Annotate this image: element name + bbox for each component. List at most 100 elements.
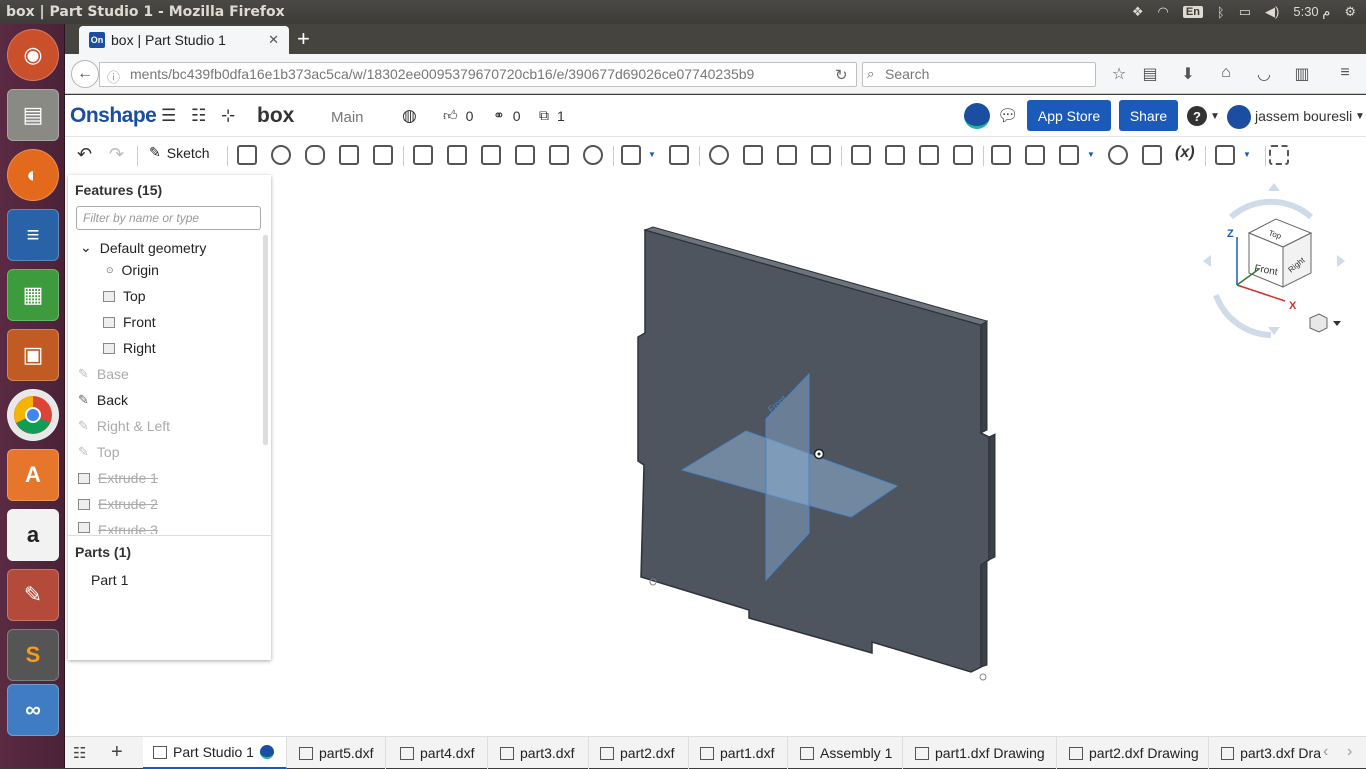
close-tab-icon[interactable]: ✕	[268, 32, 279, 48]
dropbox-icon[interactable]: ❖	[1132, 4, 1144, 20]
feature-plane-top[interactable]: Top	[103, 288, 146, 304]
sweep-icon[interactable]	[305, 145, 325, 165]
variable-icon[interactable]: (x)	[1175, 144, 1195, 162]
feature-extrude-3[interactable]: Extrude 3	[78, 522, 158, 534]
shell-icon[interactable]	[549, 145, 569, 165]
tab-part4-dxf[interactable]: part4.dxf	[390, 737, 488, 769]
likes-counter[interactable]: 👍︎ 0	[443, 107, 473, 124]
battery-icon[interactable]: ▭	[1239, 4, 1251, 20]
custom-features-icon[interactable]	[1215, 145, 1235, 165]
impress-app-icon[interactable]: ▣	[7, 329, 59, 381]
tab-assembly-1[interactable]: Assembly 1	[790, 737, 903, 769]
rib-icon[interactable]	[515, 145, 535, 165]
import-icon[interactable]	[1142, 145, 1162, 165]
onshape-logo[interactable]: Onshape	[70, 104, 157, 128]
app-store-button[interactable]: App Store	[1027, 100, 1111, 131]
add-feature-icon[interactable]: ⊹	[221, 106, 235, 126]
copies-counter[interactable]: ⧉ 1	[539, 107, 565, 124]
hole-icon[interactable]	[583, 145, 603, 165]
search-bar[interactable]: Search	[862, 62, 1096, 87]
hamburger-menu-icon[interactable]: ☰	[161, 106, 176, 126]
part-render[interactable]: Front Top Front Right Z X	[271, 175, 1366, 730]
redo-icon[interactable]: ↷	[109, 144, 124, 165]
downloads-icon[interactable]: ⬇	[1177, 64, 1199, 84]
share-button[interactable]: Share	[1119, 100, 1178, 131]
arduino-app-icon[interactable]: ∞	[7, 684, 59, 736]
new-tab-button[interactable]: +	[297, 26, 310, 52]
revolve-icon[interactable]	[271, 145, 291, 165]
comments-icon[interactable]: 💬︎	[997, 106, 1019, 126]
tab-part1-dxf[interactable]: part1.dxf	[690, 737, 788, 769]
delete-face-icon[interactable]	[885, 145, 905, 165]
draft-icon[interactable]	[481, 145, 501, 165]
mate-connector-icon[interactable]	[991, 145, 1011, 165]
links-counter[interactable]: ⚭ 0	[493, 107, 521, 124]
mirror-icon[interactable]	[669, 145, 689, 165]
view-cube-orbit-ring[interactable]	[1213, 293, 1272, 338]
feature-sketch-right-left[interactable]: ✎ Right & Left	[78, 418, 170, 434]
sublime-text-icon[interactable]: S	[7, 629, 59, 681]
system-settings-icon[interactable]: ✎	[7, 569, 59, 621]
calc-app-icon[interactable]: ▦	[7, 269, 59, 321]
user-chevron-down-icon[interactable]: ▼	[1355, 111, 1365, 122]
tab-part3-dxf-drawing[interactable]: part3.dxf Dra	[1211, 737, 1321, 769]
volume-icon[interactable]: ◀)	[1265, 4, 1279, 20]
sketch-button[interactable]: ✎ Sketch	[149, 144, 210, 161]
view-cube-arrow-right-icon[interactable]	[1337, 255, 1345, 267]
tab-part5-dxf[interactable]: part5.dxf	[289, 737, 386, 769]
feature-sketch-back[interactable]: ✎ Back	[78, 392, 128, 408]
view-mode-chevron-down-icon[interactable]	[1333, 321, 1341, 326]
software-center-icon[interactable]: A	[7, 449, 59, 501]
user-menu[interactable]: jassem bouresli	[1255, 108, 1352, 124]
tab-part1-dxf-drawing[interactable]: part1.dxf Drawing	[905, 737, 1057, 769]
pocket-icon[interactable]: ◡	[1253, 64, 1275, 84]
tabs-scroll-left-icon[interactable]: ‹	[1323, 743, 1328, 761]
custom-chevron-down-icon[interactable]: ▼	[1243, 150, 1251, 159]
part-item[interactable]: Part 1	[91, 572, 128, 588]
user-avatar[interactable]	[1227, 105, 1251, 129]
collaborator-avatar[interactable]	[964, 103, 990, 129]
helix-icon[interactable]	[1059, 145, 1079, 165]
extrude-icon[interactable]	[237, 145, 257, 165]
curve-chevron-down-icon[interactable]: ▼	[1087, 150, 1095, 159]
boolean-icon[interactable]	[709, 145, 729, 165]
feature-sketch-top[interactable]: ✎ Top	[78, 444, 119, 460]
delete-part-icon[interactable]	[811, 145, 831, 165]
clock[interactable]: 5:30 م	[1293, 4, 1330, 20]
tab-part2-dxf-drawing[interactable]: part2.dxf Drawing	[1059, 737, 1209, 769]
chamfer-icon[interactable]	[447, 145, 467, 165]
thicken-icon[interactable]	[373, 145, 393, 165]
url-bar[interactable]: ments/bc439fb0dfa16e1b373ac5ca/w/18302ee…	[99, 62, 857, 87]
measure-icon[interactable]	[1108, 145, 1128, 165]
keyboard-layout-indicator[interactable]: En	[1182, 6, 1203, 18]
feature-origin[interactable]: ⊙ Origin	[106, 262, 159, 278]
feature-plane-right[interactable]: Right	[103, 340, 156, 356]
tab-filter-icon[interactable]: ☷	[73, 744, 86, 762]
bluetooth-icon[interactable]: ᛒ	[1217, 5, 1225, 20]
loft-icon[interactable]	[339, 145, 359, 165]
ubuntu-dash-icon[interactable]: ◉	[7, 29, 59, 81]
move-face-icon[interactable]	[919, 145, 939, 165]
tab-part3-dxf[interactable]: part3.dxf	[490, 737, 589, 769]
firefox-app-icon[interactable]: ◐	[7, 149, 59, 201]
feature-list-scrollbar[interactable]	[263, 235, 268, 445]
split-icon[interactable]	[743, 145, 763, 165]
add-tab-icon[interactable]: +	[111, 741, 123, 764]
undo-icon[interactable]: ↶	[77, 144, 92, 165]
home-icon[interactable]: ⌂	[1215, 64, 1237, 82]
view-cube-orbit-ring[interactable]	[1229, 198, 1313, 220]
view-cube-arrow-up-icon[interactable]	[1268, 183, 1280, 191]
plane-icon[interactable]	[1025, 145, 1045, 165]
add-custom-feature-icon[interactable]	[1269, 145, 1289, 165]
feature-extrude-1[interactable]: Extrude 1	[78, 470, 158, 486]
fillet-icon[interactable]	[413, 145, 433, 165]
tabs-scroll-right-icon[interactable]: ›	[1347, 743, 1352, 761]
writer-app-icon[interactable]: ≡	[7, 209, 59, 261]
modify-fillet-icon[interactable]	[851, 145, 871, 165]
graphics-viewport[interactable]: Front Top Front Right Z X	[271, 175, 1366, 730]
chrome-app-icon[interactable]	[7, 389, 59, 441]
feature-list-icon[interactable]: ☷	[191, 106, 206, 126]
replace-face-icon[interactable]	[953, 145, 973, 165]
tab-part-studio-1[interactable]: Part Studio 1	[143, 737, 287, 769]
feature-filter-input[interactable]: Filter by name or type	[76, 206, 261, 230]
